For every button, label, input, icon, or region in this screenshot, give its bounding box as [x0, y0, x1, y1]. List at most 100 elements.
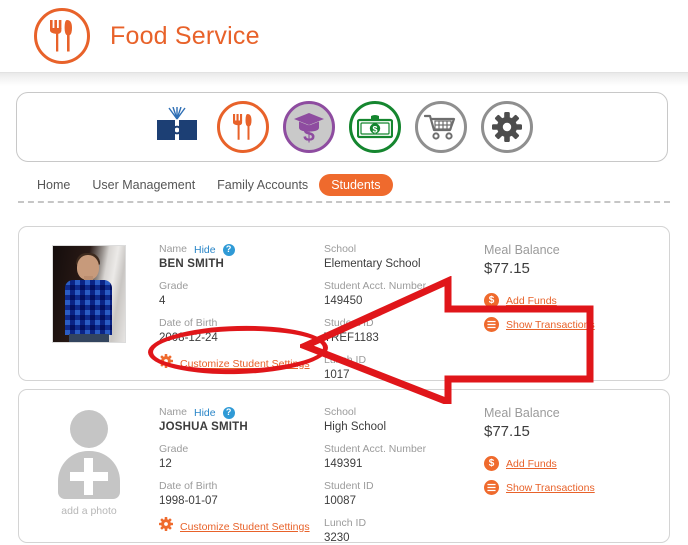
school-value: High School: [324, 421, 387, 433]
student-meal-column: Meal Balance $77.15 $ Add Funds Show Tra…: [484, 404, 595, 542]
dob-value: 2008-12-24: [159, 332, 218, 344]
lunch-id-value: 1017: [324, 369, 350, 381]
student-id-label: Student ID: [324, 480, 374, 492]
list-icon: [484, 317, 499, 332]
student-school-column: School High School Student Acct. Number …: [324, 404, 484, 544]
student-card: add a photo Name Hide ? JOSHUA SMITH Gra…: [18, 389, 670, 544]
help-icon[interactable]: ?: [222, 406, 235, 419]
add-funds-label: Add Funds: [506, 294, 557, 307]
shopping-cart-icon[interactable]: [415, 101, 467, 153]
grade-label: Grade: [159, 443, 189, 455]
student-id-value: TREF1183: [324, 332, 379, 344]
avatar-head-shape: [70, 410, 108, 448]
grade-value: 4: [159, 295, 166, 307]
customize-student-settings-link[interactable]: Customize Student Settings: [159, 517, 324, 536]
gear-glyph-small: [159, 354, 173, 368]
hide-link[interactable]: Hide: [194, 244, 216, 256]
nav-divider: [18, 201, 670, 203]
svg-text:$: $: [303, 123, 315, 143]
fork-knife-glyph-small: [233, 114, 252, 140]
help-icon[interactable]: ?: [222, 243, 235, 256]
svg-text:$: $: [372, 124, 377, 134]
dollar-bill-glyph: $: [357, 115, 393, 139]
fork-knife-circle-icon: [34, 8, 90, 64]
graduation-fee-icon[interactable]: $: [283, 101, 335, 153]
add-funds-label: Add Funds: [506, 457, 557, 470]
student-photo-column: add a photo: [19, 404, 159, 542]
graduation-dollar-glyph: $: [294, 113, 324, 143]
name-row: Name Hide ?: [159, 243, 324, 256]
school-value: Elementary School: [324, 258, 421, 270]
fork-knife-glyph: [50, 20, 72, 52]
grade-value: 12: [159, 458, 172, 470]
lunch-id-value: 3230: [324, 532, 350, 544]
student-id-value: 10087: [324, 495, 356, 507]
customize-student-settings-label: Customize Student Settings: [180, 357, 310, 370]
student-photo[interactable]: [52, 245, 126, 343]
student-card: Name Hide ? BEN SMITH Grade 4 Date of Bi…: [18, 226, 670, 381]
nav-item-students[interactable]: Students: [319, 174, 393, 196]
show-transactions-link[interactable]: Show Transactions: [484, 480, 595, 495]
nav-item-user-management[interactable]: User Management: [81, 174, 206, 196]
student-photo-column: [19, 241, 159, 380]
list-glyph: [487, 483, 496, 492]
dob-value: 1998-01-07: [159, 495, 218, 507]
book-glyph: [157, 107, 197, 140]
school-label: School: [324, 406, 357, 418]
dob-label: Date of Birth: [159, 480, 218, 492]
acct-number-value: 149391: [324, 458, 363, 470]
header-gradient-divider: [0, 72, 688, 86]
acct-number-value: 149450: [324, 295, 363, 307]
book-icon[interactable]: [151, 101, 203, 153]
add-funds-link[interactable]: $ Add Funds: [484, 293, 595, 308]
student-identity-column: Name Hide ? JOSHUA SMITH Grade 12 Date o…: [159, 404, 324, 542]
add-a-photo-label: add a photo: [61, 505, 117, 517]
acct-number-label: Student Acct. Number: [324, 280, 427, 292]
dob-label: Date of Birth: [159, 317, 218, 329]
money-bill-icon[interactable]: $: [349, 101, 401, 153]
gear-glyph-small: [159, 517, 173, 531]
cart-glyph: [424, 114, 456, 140]
gear-glyph: [492, 112, 522, 142]
student-id-label: Student ID: [324, 317, 374, 329]
lunch-id-label: Lunch ID: [324, 517, 367, 529]
gear-icon[interactable]: [481, 101, 533, 153]
lunch-id-label: Lunch ID: [324, 354, 367, 366]
school-label: School: [324, 243, 357, 255]
page-header: Food Service: [0, 0, 688, 72]
acct-number-label: Student Acct. Number: [324, 443, 427, 455]
meal-balance-label: Meal Balance: [484, 243, 560, 257]
settings-gear-icon: [159, 517, 173, 536]
hide-link[interactable]: Hide: [194, 407, 216, 419]
student-name: JOSHUA SMITH: [159, 421, 248, 433]
grade-label: Grade: [159, 280, 189, 292]
food-service-icon[interactable]: [217, 101, 269, 153]
breadcrumb-nav: Home User Management Family Accounts Stu…: [26, 174, 393, 196]
list-glyph: [487, 320, 496, 329]
avatar-body-shape: [58, 451, 120, 499]
page-title: Food Service: [110, 21, 260, 50]
student-school-column: School Elementary School Student Acct. N…: [324, 241, 484, 381]
student-meal-column: Meal Balance $77.15 $ Add Funds Show Tra…: [484, 241, 595, 380]
show-transactions-link[interactable]: Show Transactions: [484, 317, 595, 332]
meal-balance-value: $77.15: [484, 423, 530, 440]
show-transactions-label: Show Transactions: [506, 318, 595, 331]
meal-balance-label: Meal Balance: [484, 406, 560, 420]
meal-balance-value: $77.15: [484, 260, 530, 277]
customize-student-settings-link[interactable]: Customize Student Settings: [159, 354, 324, 373]
nav-item-home[interactable]: Home: [26, 174, 81, 196]
name-label: Name: [159, 243, 188, 255]
student-name: BEN SMITH: [159, 258, 225, 270]
dollar-icon: $: [484, 293, 499, 308]
settings-gear-icon: [159, 354, 173, 373]
show-transactions-label: Show Transactions: [506, 481, 595, 494]
nav-item-family-accounts[interactable]: Family Accounts: [206, 174, 319, 196]
add-photo-placeholder[interactable]: [52, 408, 126, 500]
dollar-icon: $: [484, 456, 499, 471]
module-toolbar: $ $: [16, 92, 668, 162]
student-identity-column: Name Hide ? BEN SMITH Grade 4 Date of Bi…: [159, 241, 324, 380]
list-icon: [484, 480, 499, 495]
name-label: Name: [159, 406, 188, 418]
customize-student-settings-label: Customize Student Settings: [180, 520, 310, 533]
add-funds-link[interactable]: $ Add Funds: [484, 456, 595, 471]
